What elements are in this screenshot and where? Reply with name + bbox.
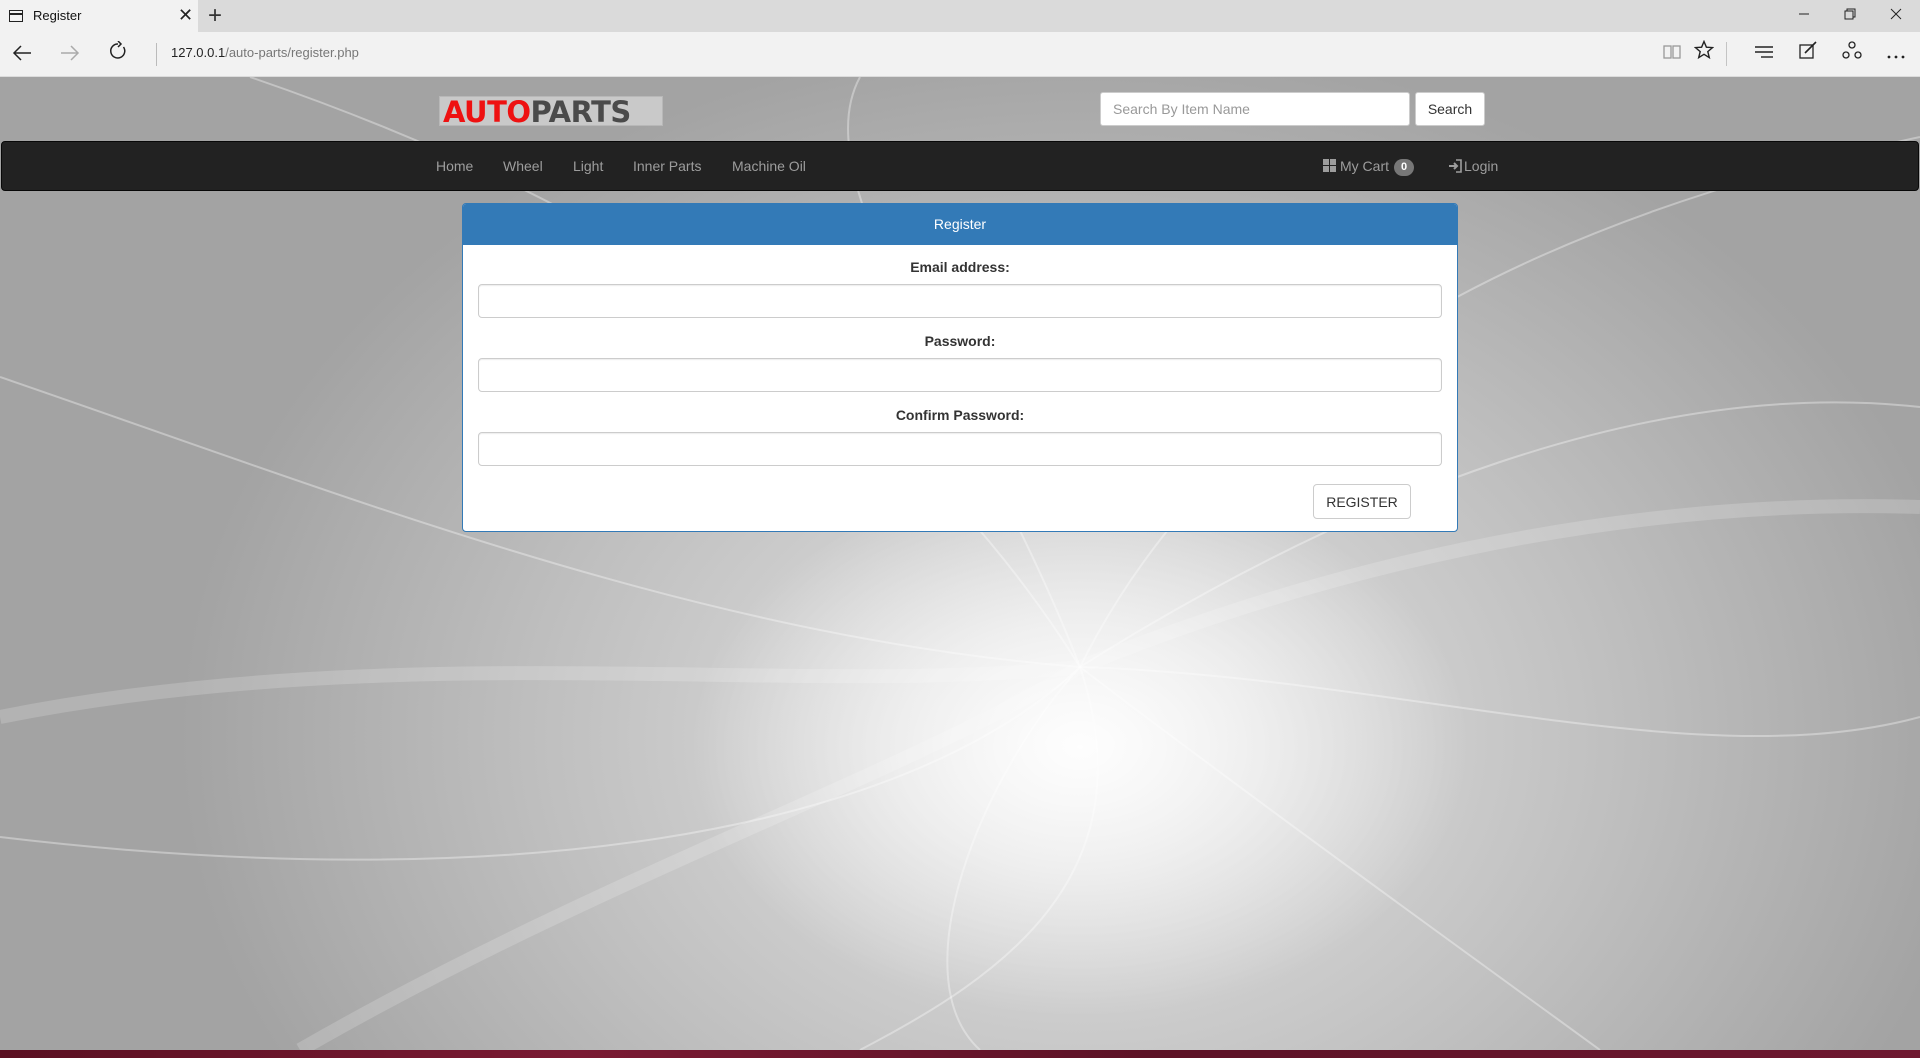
refresh-icon[interactable] [98, 32, 138, 77]
logo-parts-text: PARTS [530, 96, 632, 126]
page-icon [9, 10, 23, 22]
search-button[interactable]: Search [1415, 92, 1485, 126]
url-path: /auto-parts/register.php [225, 45, 359, 60]
email-label: Email address: [910, 259, 1010, 275]
restore-icon[interactable] [1827, 0, 1873, 32]
nav-item-wheel[interactable]: Wheel [503, 142, 543, 192]
tab-title: Register [33, 8, 82, 23]
page-viewport: AUTOPARTS Search Home Wheel Light Inner … [0, 77, 1920, 1050]
minimize-icon[interactable] [1781, 0, 1827, 32]
close-tab-icon[interactable]: ✕ [178, 5, 193, 25]
password-label: Password: [924, 333, 996, 349]
hub-icon[interactable] [1746, 32, 1782, 77]
logo-auto-text: AUTO [443, 96, 531, 126]
reading-view-icon[interactable] [1654, 32, 1690, 77]
web-note-icon[interactable] [1790, 32, 1826, 77]
login-label: Login [1464, 158, 1499, 174]
share-icon[interactable] [1834, 32, 1870, 77]
my-cart-link[interactable]: My Cart 0 [1323, 142, 1414, 192]
browser-tab-bar: Register ✕ + [0, 0, 1920, 32]
register-button[interactable]: REGISTER [1313, 484, 1411, 519]
back-icon[interactable] [2, 32, 42, 77]
search-input[interactable] [1100, 92, 1410, 126]
password-field[interactable] [478, 358, 1442, 392]
confirm-password-field[interactable] [478, 432, 1442, 466]
toolbar-divider [1726, 42, 1727, 66]
url-host: 127.0.0.1 [171, 45, 226, 60]
cart-label: My Cart [1340, 158, 1389, 174]
login-icon [1449, 159, 1462, 173]
site-logo[interactable]: AUTOPARTS [439, 96, 663, 126]
close-window-icon[interactable] [1873, 0, 1919, 32]
cart-count-badge: 0 [1394, 159, 1414, 176]
main-navbar: Home Wheel Light Inner Parts Machine Oil… [1, 141, 1919, 191]
address-bar: 127.0.0.1/auto-parts/register.php [0, 32, 1920, 77]
confirm-password-label: Confirm Password: [895, 407, 1025, 423]
nav-item-home[interactable]: Home [436, 142, 473, 192]
register-panel: Register Email address: Password: Confir… [462, 203, 1458, 532]
more-icon[interactable] [1878, 32, 1914, 77]
login-link[interactable]: Login [1448, 142, 1498, 192]
nav-item-light[interactable]: Light [573, 142, 603, 192]
browser-tab[interactable]: Register ✕ [0, 0, 198, 32]
nav-item-inner-parts[interactable]: Inner Parts [633, 142, 701, 192]
grid-icon [1323, 159, 1336, 172]
email-field[interactable] [478, 284, 1442, 318]
os-taskbar-strip [0, 1050, 1920, 1058]
register-panel-title: Register [463, 204, 1457, 245]
url-divider [156, 43, 157, 66]
nav-item-machine-oil[interactable]: Machine Oil [732, 142, 806, 192]
new-tab-icon[interactable]: + [208, 2, 222, 30]
forward-icon[interactable] [50, 32, 90, 77]
url-field[interactable]: 127.0.0.1/auto-parts/register.php [171, 45, 359, 60]
favorite-star-icon[interactable] [1686, 32, 1722, 77]
